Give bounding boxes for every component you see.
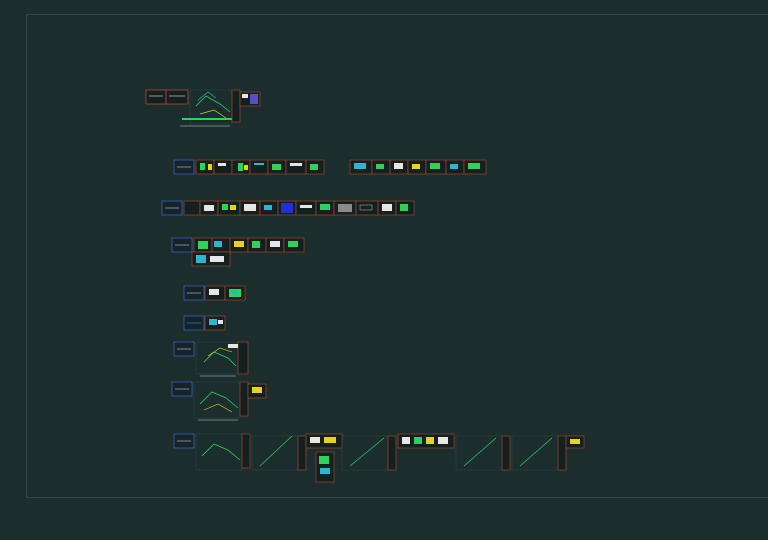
row-7-sheets (173, 341, 249, 377)
row-8-sheets (171, 381, 267, 421)
row-3-sheets (161, 200, 415, 216)
row-6-sheets (183, 315, 226, 331)
row-4-sheets (171, 237, 305, 267)
row-5-sheets (183, 285, 246, 301)
cad-drawing-sheets (145, 89, 585, 483)
row-2-sheets (173, 159, 487, 175)
drawing-canvas[interactable] (0, 0, 768, 540)
row-1-sheets (145, 89, 261, 127)
row-9-sheets (173, 433, 585, 483)
